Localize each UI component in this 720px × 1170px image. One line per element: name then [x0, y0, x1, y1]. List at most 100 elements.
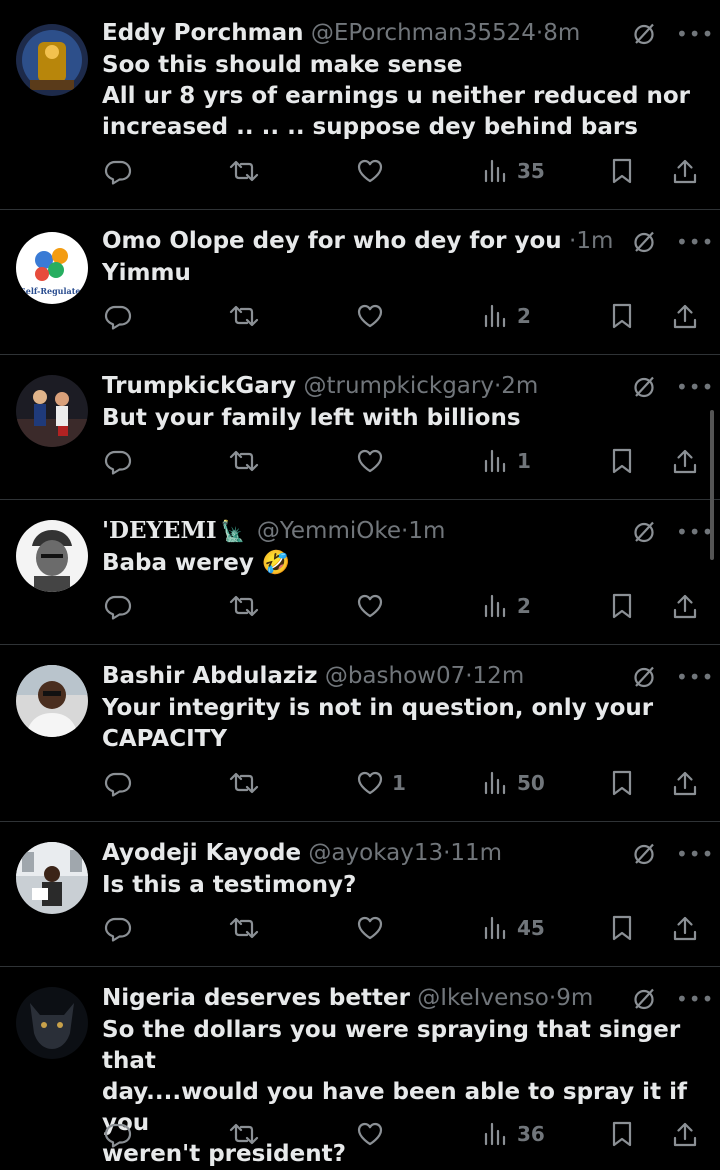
author-handle[interactable]: @trumpkickgary	[303, 373, 494, 399]
author-handle[interactable]: @YemmiOke	[257, 518, 401, 544]
reply-tweet[interactable]: Self-Regulate! Omo Olope dey for who dey…	[0, 210, 720, 355]
like-button[interactable]: 1	[356, 766, 406, 800]
like-button[interactable]	[356, 1117, 392, 1151]
reply-tweet[interactable]: Bashir Abdulaziz @bashow07·12m ••• Your …	[0, 645, 720, 822]
tweet-header: Ayodeji Kayode @ayokay13·11m	[102, 836, 720, 870]
scrollbar-thumb[interactable]	[710, 410, 714, 560]
retweet-button[interactable]	[228, 444, 260, 478]
timestamp[interactable]: 2m	[501, 373, 538, 399]
tweet-text-line: increased .. .. .. suppose dey behind ba…	[102, 114, 638, 140]
timestamp[interactable]: 1m	[408, 518, 445, 544]
bookmark-icon	[610, 592, 634, 620]
author-name[interactable]: Nigeria deserves better	[102, 985, 410, 1011]
more-icon[interactable]: •••	[676, 987, 713, 1011]
grok-icon[interactable]	[632, 987, 656, 1011]
avatar[interactable]	[16, 375, 88, 447]
timestamp[interactable]: 11m	[450, 840, 502, 866]
timestamp[interactable]: 9m	[556, 985, 593, 1011]
bookmark-button[interactable]	[610, 154, 634, 188]
retweet-button[interactable]	[228, 589, 260, 623]
grok-icon[interactable]	[632, 375, 656, 399]
views-button[interactable]: 35	[483, 154, 545, 188]
more-icon[interactable]: •••	[676, 22, 713, 46]
reply-button[interactable]	[104, 299, 132, 333]
author-handle[interactable]: @ayokay13	[308, 840, 443, 866]
timestamp[interactable]: 1m	[576, 228, 613, 254]
like-button[interactable]	[356, 154, 392, 188]
like-button[interactable]	[356, 911, 392, 945]
author-handle[interactable]: @bashow07	[325, 663, 465, 689]
retweet-button[interactable]	[228, 1117, 260, 1151]
share-button[interactable]	[671, 444, 699, 478]
author-handle[interactable]: @IkeIvenso	[417, 985, 549, 1011]
tweet-text-line: Baba werey 🤣	[102, 550, 291, 576]
reply-button[interactable]	[104, 154, 132, 188]
share-button[interactable]	[671, 766, 699, 800]
more-icon[interactable]: •••	[676, 375, 713, 399]
avatar[interactable]	[16, 665, 88, 737]
reply-tweet[interactable]: Eddy Porchman @EPorchman35524·8m ••• Soo…	[0, 0, 720, 210]
retweet-button[interactable]	[228, 154, 260, 188]
grok-icon[interactable]	[632, 842, 656, 866]
share-button[interactable]	[671, 154, 699, 188]
reply-button[interactable]	[104, 911, 132, 945]
grok-icon[interactable]	[632, 665, 656, 689]
share-icon	[671, 1120, 699, 1148]
grok-icon[interactable]	[632, 520, 656, 544]
avatar[interactable]	[16, 24, 88, 96]
views-button[interactable]: 2	[483, 589, 531, 623]
like-button[interactable]	[356, 589, 392, 623]
reply-tweet[interactable]: 'DEYEMI 🗽 @YemmiOke·1m ••• Baba werey 🤣 2	[0, 500, 720, 645]
tweet-header: TrumpkickGary @trumpkickgary·2m	[102, 369, 720, 403]
views-button[interactable]: 50	[483, 766, 545, 800]
reply-tweet[interactable]: TrumpkickGary @trumpkickgary·2m ••• But …	[0, 355, 720, 500]
more-icon[interactable]: •••	[676, 665, 713, 689]
tweet-text-line: Is this a testimony?	[102, 872, 357, 898]
more-icon[interactable]: •••	[676, 842, 713, 866]
like-button[interactable]	[356, 444, 392, 478]
timestamp[interactable]: 12m	[473, 663, 525, 689]
author-name[interactable]: 'DEYEMI	[102, 517, 217, 544]
reply-button[interactable]	[104, 444, 132, 478]
reply-button[interactable]	[104, 766, 132, 800]
views-button[interactable]: 36	[483, 1117, 545, 1151]
bookmark-button[interactable]	[610, 299, 634, 333]
reply-tweet[interactable]: Ayodeji Kayode @ayokay13·11m ••• Is this…	[0, 822, 720, 967]
avatar[interactable]	[16, 987, 88, 1059]
share-button[interactable]	[671, 1117, 699, 1151]
like-count: 1	[392, 771, 406, 795]
views-button[interactable]: 2	[483, 299, 531, 333]
avatar[interactable]: Self-Regulate!	[16, 232, 88, 304]
avatar[interactable]	[16, 520, 88, 592]
author-name[interactable]: Bashir Abdulaziz	[102, 663, 318, 689]
reply-button[interactable]	[104, 589, 132, 623]
bookmark-button[interactable]	[610, 444, 634, 478]
retweet-button[interactable]	[228, 299, 260, 333]
more-icon[interactable]: •••	[676, 520, 713, 544]
author-name[interactable]: Eddy Porchman	[102, 20, 304, 46]
bookmark-button[interactable]	[610, 911, 634, 945]
retweet-button[interactable]	[228, 911, 260, 945]
share-button[interactable]	[671, 911, 699, 945]
grok-icon[interactable]	[632, 22, 656, 46]
share-button[interactable]	[671, 589, 699, 623]
reply-button[interactable]	[104, 1117, 132, 1151]
like-button[interactable]	[356, 299, 392, 333]
avatar[interactable]	[16, 842, 88, 914]
views-button[interactable]: 1	[483, 444, 531, 478]
view-count: 35	[517, 159, 545, 183]
retweet-button[interactable]	[228, 766, 260, 800]
grok-icon[interactable]	[632, 230, 656, 254]
timestamp[interactable]: 8m	[543, 20, 580, 46]
bookmark-button[interactable]	[610, 589, 634, 623]
views-button[interactable]: 45	[483, 911, 545, 945]
reply-tweet[interactable]: Nigeria deserves better @IkeIvenso·9m ••…	[0, 967, 720, 1167]
share-button[interactable]	[671, 299, 699, 333]
author-name[interactable]: Ayodeji Kayode	[102, 840, 301, 866]
bookmark-button[interactable]	[610, 1117, 634, 1151]
author-name[interactable]: Omo Olope dey for who dey for you	[102, 228, 562, 254]
author-name[interactable]: TrumpkickGary	[102, 373, 296, 399]
author-handle[interactable]: @EPorchman35524	[311, 20, 536, 46]
more-icon[interactable]: •••	[676, 230, 713, 254]
bookmark-button[interactable]	[610, 766, 634, 800]
